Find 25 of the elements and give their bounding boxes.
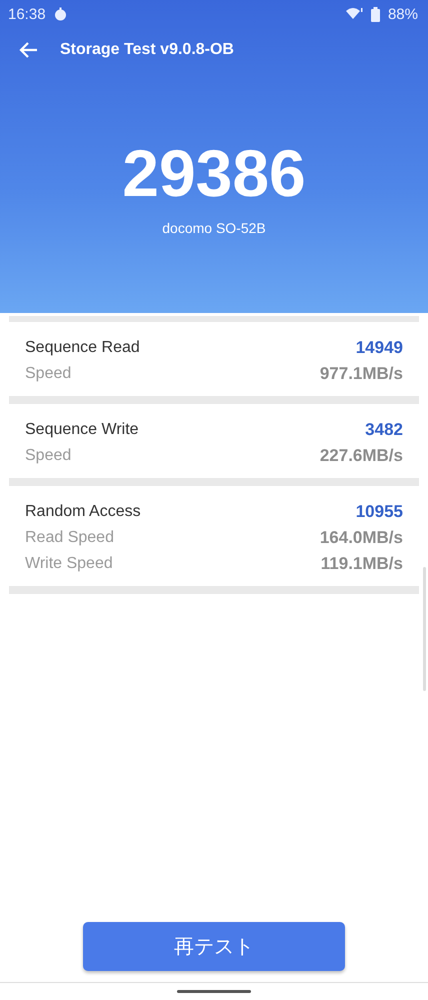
test-score: 14949: [356, 338, 403, 358]
retest-button[interactable]: 再テスト: [83, 922, 345, 971]
status-time: 16:38: [8, 6, 46, 22]
notification-icon: [54, 7, 67, 21]
battery-level: 88%: [388, 6, 418, 22]
back-button[interactable]: [18, 41, 38, 59]
test-name: Random Access: [25, 503, 141, 521]
battery-icon: [370, 6, 380, 22]
wifi-icon: [344, 7, 363, 21]
metric-label: Speed: [25, 365, 72, 383]
total-score: 29386: [122, 136, 306, 210]
screen-title: Storage Test v9.0.8-OB: [60, 41, 234, 59]
test-name: Sequence Write: [25, 421, 139, 439]
metric-label: Read Speed: [25, 529, 114, 547]
test-name: Sequence Read: [25, 339, 140, 357]
metric-label: Write Speed: [25, 555, 113, 573]
device-name: docomo SO-52B: [162, 220, 266, 236]
home-handle[interactable]: [177, 990, 251, 993]
test-score: 10955: [356, 502, 403, 522]
metric-value: 227.6MB/s: [320, 446, 403, 466]
metric-value: 119.1MB/s: [320, 554, 403, 574]
test-score: 3482: [365, 420, 403, 440]
metric-value: 164.0MB/s: [320, 528, 403, 548]
metric-value: 977.1MB/s: [320, 364, 403, 384]
metric-label: Speed: [25, 447, 72, 465]
